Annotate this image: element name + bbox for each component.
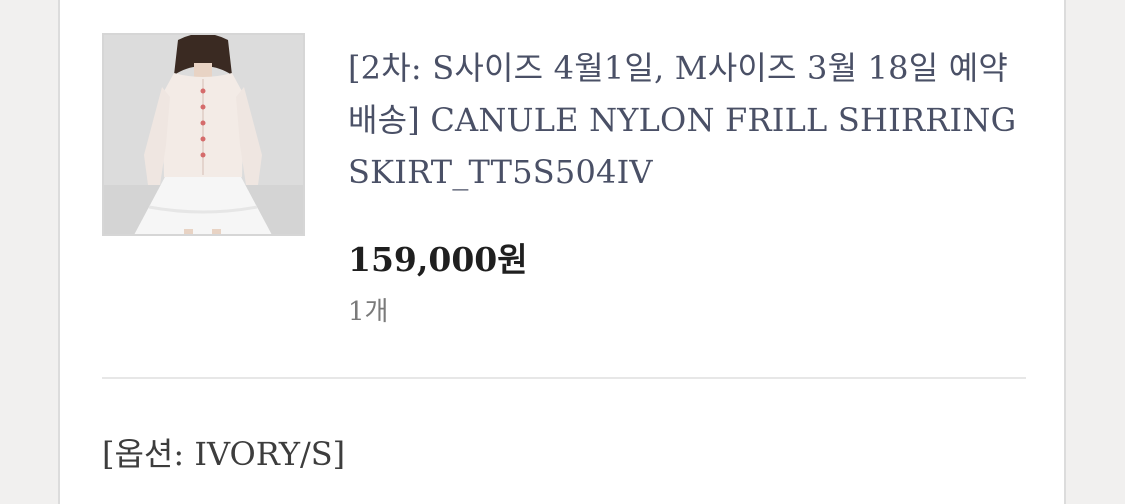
product-title[interactable]: [2차: S사이즈 4월1일, M사이즈 3월 18일 예약배송] CANULE…	[348, 42, 1028, 198]
product-price: 159,000원	[348, 240, 528, 279]
divider	[102, 377, 1026, 379]
product-quantity: 1개	[348, 297, 389, 327]
order-item-card: [2차: S사이즈 4월1일, M사이즈 3월 18일 예약배송] CANULE…	[58, 0, 1066, 504]
product-option: [옵션: IVORY/S]	[102, 435, 346, 473]
product-photo-icon	[104, 35, 303, 234]
product-thumbnail[interactable]	[102, 33, 305, 236]
